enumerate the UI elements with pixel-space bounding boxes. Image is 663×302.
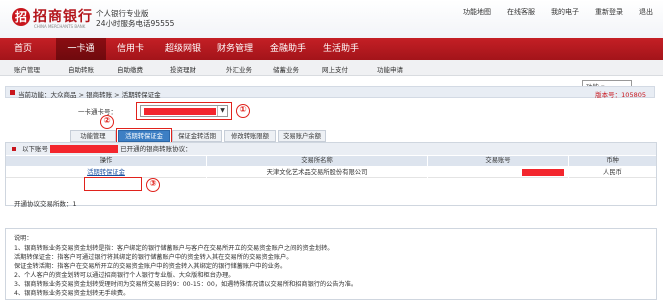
nav-item-super-ebank[interactable]: 超级网银 xyxy=(165,38,215,60)
card-number-label: 一卡通卡号： xyxy=(78,108,117,116)
annotation-2: ② xyxy=(100,115,114,129)
link-relogin[interactable]: 重新登录 xyxy=(595,7,623,17)
chevron-down-icon: ▼ xyxy=(217,106,227,116)
bank-logo-icon: 招 xyxy=(12,8,30,26)
agreement-panel: 以下账号 已开通的银商转账协议： 操作 交易所名称 交易账号 币种 活期转保证金… xyxy=(5,142,657,206)
bank-name: 招商银行 xyxy=(33,9,93,25)
tab-function-manage[interactable]: 功能管理 xyxy=(70,130,116,142)
nav-item-fin-assistant[interactable]: 金融助手 xyxy=(270,38,320,60)
bank-name-en: CHINA MERCHANTS BANK xyxy=(34,24,86,29)
tab-modify-limit[interactable]: 修改转账限额 xyxy=(224,130,276,142)
link-logout[interactable]: 退出 xyxy=(639,7,653,17)
column-header-account: 交易账号 xyxy=(428,156,568,166)
notes-title: 说明： xyxy=(14,235,33,242)
panel-head: 以下账号 已开通的银商转账协议： xyxy=(6,143,656,155)
tab-margin-to-current[interactable]: 保证金转活期 xyxy=(172,130,222,142)
nav-item-home[interactable]: 首页 xyxy=(14,38,44,60)
breadcrumb-text: 当前功能：大众商品 > 银商转账 > 活期转保证金 xyxy=(18,91,161,99)
highlight-box-3 xyxy=(84,177,142,191)
note-line: 3、银商转账业务交易资金划转受理时间为交易所交易日的9：00-15：00，如遇特… xyxy=(14,281,358,288)
note-line: 保证金转活期：指客户在交易所开立的交易资金账户中的资金转入其绑定的银行储蓄账户中… xyxy=(14,263,287,270)
subnav-item-online-pay[interactable]: 网上支付 xyxy=(322,64,348,74)
subnav-item-forex[interactable]: 外汇业务 xyxy=(226,64,252,74)
nav-item-life-assistant[interactable]: 生活助手 xyxy=(323,38,373,60)
note-line: 4、银商转账业务交易资金划转无手续费。 xyxy=(14,290,130,297)
redacted-account xyxy=(50,145,119,153)
note-line: 1、银商转账业务交易资金划转是指：客户绑定的银行储蓄账户与客户在交易所开立的交易… xyxy=(14,245,334,252)
subnav-item-savings[interactable]: 储蓄业务 xyxy=(273,64,299,74)
table-cell-exchange: 天津文化艺术品交易所股份有限公司 xyxy=(207,167,427,178)
column-header-exchange: 交易所名称 xyxy=(207,156,427,166)
table-cell-account xyxy=(428,167,568,178)
nav-item-card[interactable]: 一卡通 xyxy=(56,38,106,60)
link-online-service[interactable]: 在线客服 xyxy=(507,7,535,17)
note-line: 2、个人客户的资金划转可以通过招商银行个人银行专业版、大众版和柜台办理。 xyxy=(14,272,235,279)
link-my-electronic[interactable]: 我的电子 xyxy=(551,7,579,17)
main-nav: 首页 一卡通 信用卡 超级网银 财务管理 金融助手 生活助手 功能 ▾ ⚙ 设置 xyxy=(0,38,663,94)
current-to-margin-link[interactable]: 活期转保证金 xyxy=(87,169,125,176)
card-number-select[interactable]: ▼ xyxy=(140,105,228,117)
subnav-item-payment[interactable]: 自助缴费 xyxy=(117,64,143,74)
notes-panel: 说明： 1、银商转账业务交易资金划转是指：客户绑定的银行储蓄账户与客户在交易所开… xyxy=(5,228,657,300)
bullet-icon xyxy=(12,147,16,151)
column-header-action: 操作 xyxy=(6,156,206,166)
hotline-label: 24小时服务电话95555 xyxy=(96,19,175,28)
subnav-item-invest[interactable]: 投资理财 xyxy=(170,64,196,74)
tab-account-balance[interactable]: 交易账户余额 xyxy=(278,130,326,142)
link-function-map[interactable]: 功能地图 xyxy=(463,7,491,17)
subnav-item-account[interactable]: 账户管理 xyxy=(14,64,40,74)
redacted-card-number xyxy=(144,108,216,115)
annotation-3: ③ xyxy=(146,178,160,192)
breadcrumb: 当前功能：大众商品 > 银商转账 > 活期转保证金 版本号：105805 xyxy=(5,86,655,99)
version-label: 版本号：105805 xyxy=(595,91,646,99)
subnav-item-apply[interactable]: 功能申请 xyxy=(377,64,403,74)
top-links: 功能地图 在线客服 我的电子 重新登录 退出 xyxy=(463,7,653,17)
redacted-trade-account xyxy=(522,169,564,176)
header: 招 招商银行 CHINA MERCHANTS BANK 个人银行专业版 24小时… xyxy=(0,0,663,38)
bullet-icon xyxy=(10,90,15,95)
sub-nav: 账户管理 自助转账 自助缴费 投资理财 外汇业务 储蓄业务 网上支付 功能申请 xyxy=(0,60,663,76)
note-line: 活期转保证金：指客户可通过银行将其绑定的银行储蓄账户中的资金转入其在交易所的交易… xyxy=(14,254,293,261)
nav-item-credit-card[interactable]: 信用卡 xyxy=(117,38,157,60)
subnav-item-transfer[interactable]: 自助转账 xyxy=(68,64,94,74)
panel-head-prefix: 以下账号 xyxy=(22,145,48,153)
column-header-currency: 币种 xyxy=(569,156,656,166)
table-cell-currency: 人民币 xyxy=(569,167,656,178)
agreement-count: 开通协议交易所数：1 xyxy=(14,200,77,208)
panel-head-suffix: 已开通的银商转账协议： xyxy=(120,145,192,153)
annotation-1: ① xyxy=(236,104,250,118)
nav-item-finance[interactable]: 财务管理 xyxy=(217,38,267,60)
